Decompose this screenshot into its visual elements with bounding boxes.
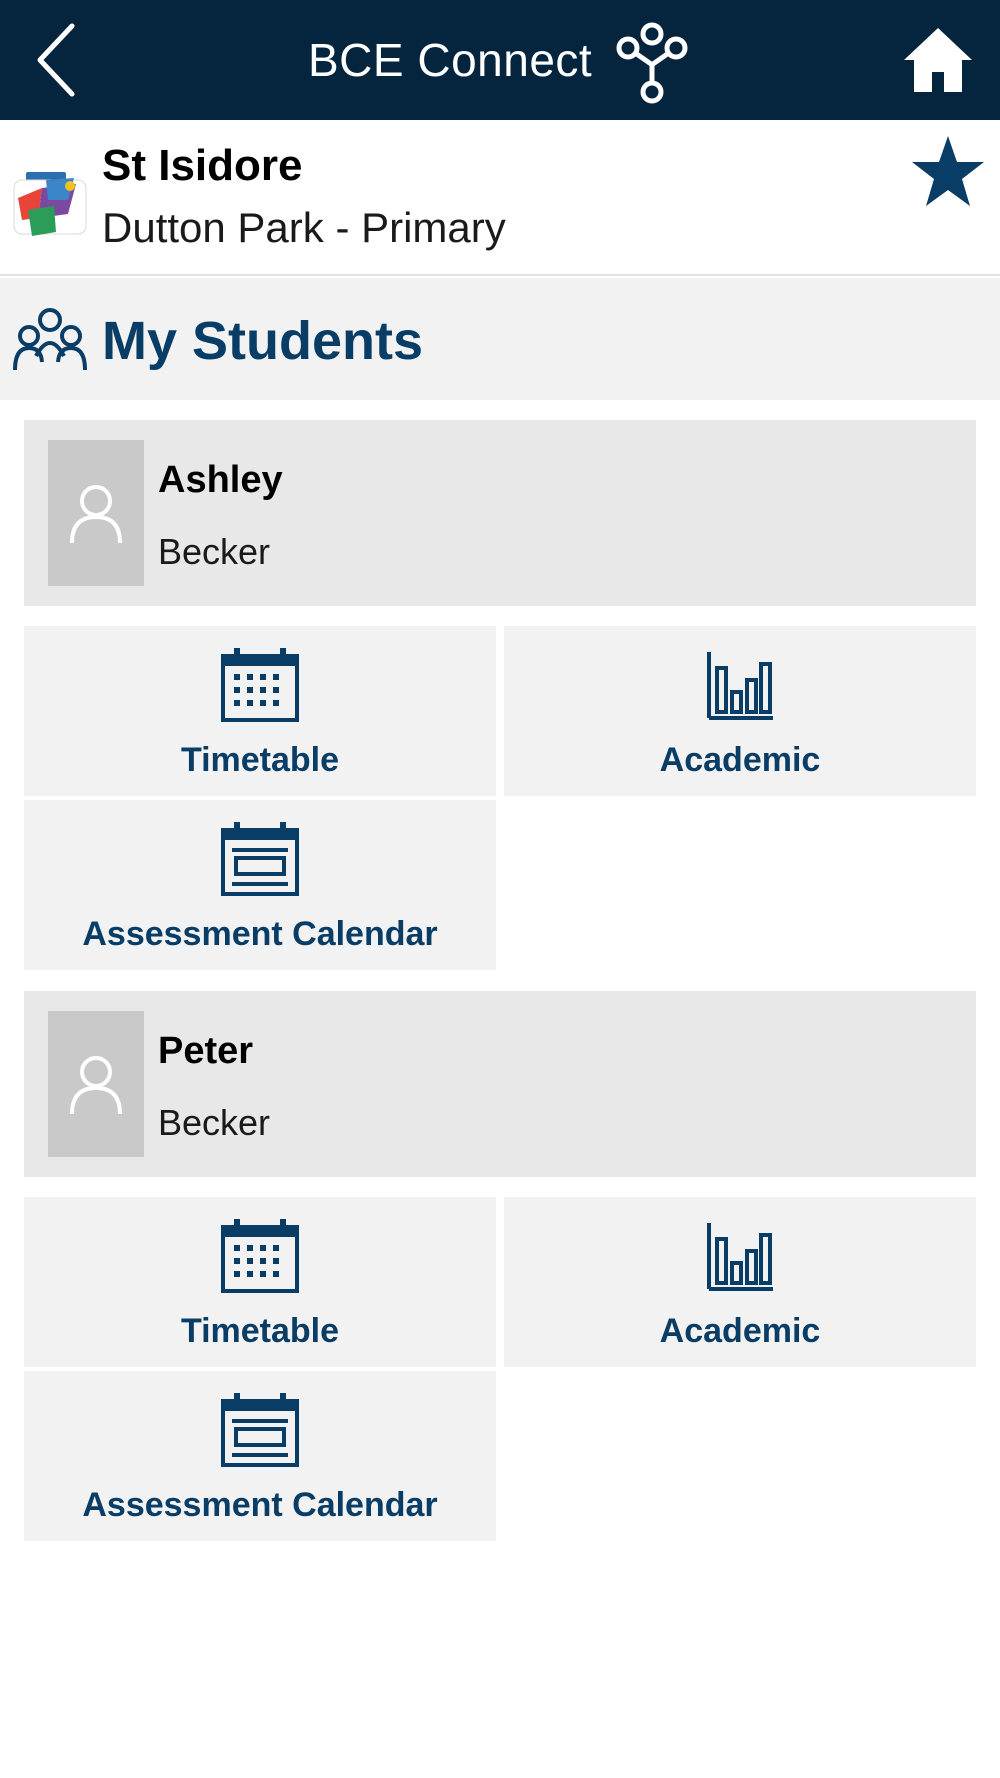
tile-label: Timetable bbox=[180, 1312, 340, 1350]
app-title: BCE Connect bbox=[308, 34, 593, 86]
school-header[interactable]: St Isidore Dutton Park - Primary bbox=[0, 120, 1000, 276]
school-name: St Isidore bbox=[102, 141, 303, 190]
tile-label: Assessment Calendar bbox=[82, 1486, 438, 1524]
calendar-list-icon bbox=[221, 1393, 299, 1467]
back-button[interactable] bbox=[28, 18, 92, 102]
calendar-list-icon bbox=[221, 822, 299, 896]
tile-label: Academic bbox=[659, 1312, 821, 1350]
top-app-bar: BCE Connect bbox=[0, 0, 1000, 120]
star-icon bbox=[912, 136, 984, 206]
tile-label: Timetable bbox=[180, 741, 340, 779]
student-last-name: Becker bbox=[158, 1102, 271, 1143]
bar-chart-icon bbox=[707, 1223, 773, 1291]
academic-tile[interactable]: Academic bbox=[504, 626, 976, 796]
student-first-name: Peter bbox=[158, 1030, 254, 1072]
home-button[interactable] bbox=[902, 24, 974, 96]
person-icon bbox=[70, 485, 122, 544]
academic-tile[interactable]: Academic bbox=[504, 1197, 976, 1367]
assessment-calendar-tile[interactable]: Assessment Calendar bbox=[24, 800, 496, 970]
tile-label: Academic bbox=[659, 741, 821, 779]
student-card[interactable]: Ashley Becker bbox=[24, 420, 976, 606]
student-first-name: Ashley bbox=[158, 459, 283, 501]
tile-label: Assessment Calendar bbox=[82, 915, 438, 953]
calendar-grid-icon bbox=[221, 1219, 299, 1293]
student-last-name: Becker bbox=[158, 531, 271, 572]
school-campus: Dutton Park - Primary bbox=[102, 204, 506, 251]
student-card[interactable]: Peter Becker bbox=[24, 991, 976, 1177]
section-header: My Students bbox=[0, 278, 1000, 400]
connect-nodes-icon bbox=[616, 22, 688, 104]
timetable-tile[interactable]: Timetable bbox=[24, 1197, 496, 1367]
calendar-grid-icon bbox=[221, 648, 299, 722]
bar-chart-icon bbox=[707, 652, 773, 720]
avatar bbox=[48, 440, 144, 586]
timetable-tile[interactable]: Timetable bbox=[24, 626, 496, 796]
section-title: My Students bbox=[102, 311, 424, 371]
group-icon bbox=[13, 308, 87, 371]
favorite-button[interactable] bbox=[910, 134, 986, 210]
avatar bbox=[48, 1011, 144, 1157]
school-logo bbox=[13, 172, 87, 236]
assessment-calendar-tile[interactable]: Assessment Calendar bbox=[24, 1371, 496, 1541]
chevron-left-icon bbox=[37, 23, 75, 97]
home-icon bbox=[904, 28, 972, 92]
person-icon bbox=[70, 1056, 122, 1115]
